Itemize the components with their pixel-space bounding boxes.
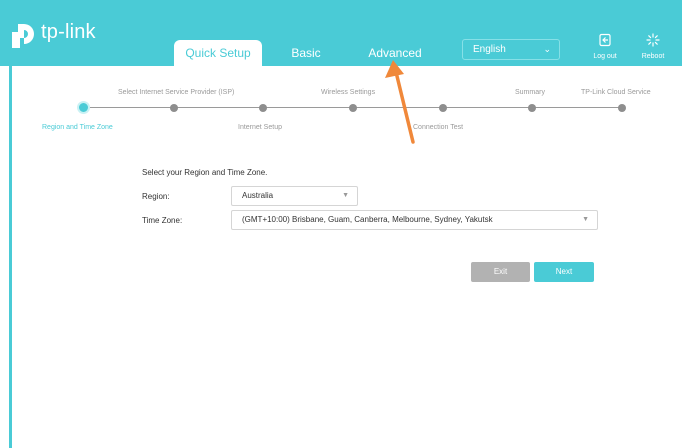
reboot-button[interactable]: Reboot [633, 33, 673, 61]
step-label-summary: Summary [515, 89, 545, 96]
reboot-icon [646, 33, 660, 47]
step-dot-wireless [349, 104, 357, 112]
left-border [9, 66, 12, 448]
step-dot-connection [439, 104, 447, 112]
step-dot-internet [259, 104, 267, 112]
step-label-connection: Connection Test [413, 124, 464, 131]
timezone-label: Time Zone: [142, 216, 183, 225]
logout-icon [599, 33, 611, 47]
step-label-wireless: Wireless Settings [321, 89, 376, 96]
region-select[interactable]: Australia ▼ [231, 186, 358, 206]
step-dot-cloud [618, 104, 626, 112]
region-select-value: Australia [242, 191, 274, 200]
brand-name: tp-link [41, 21, 96, 43]
step-dot-summary [528, 104, 536, 112]
step-label-region: Region and Time Zone [42, 124, 113, 131]
language-select[interactable]: English ⌄ [462, 39, 560, 60]
step-label-isp: Select Internet Service Provider (ISP) [118, 89, 235, 96]
language-select-value: English [473, 44, 506, 55]
reboot-label: Reboot [641, 53, 665, 60]
step-dot-isp [170, 104, 178, 112]
form-title: Select your Region and Time Zone. [142, 168, 268, 177]
region-label: Region: [142, 192, 170, 201]
tab-basic[interactable]: Basic [278, 40, 334, 66]
exit-button[interactable]: Exit [471, 262, 530, 282]
next-button[interactable]: Next [534, 262, 594, 282]
step-label-cloud: TP-Link Cloud Service [581, 89, 651, 96]
timezone-select[interactable]: (GMT+10:00) Brisbane, Guam, Canberra, Me… [231, 210, 598, 230]
top-header-bar: tp-link Quick Setup Basic Advanced Engli… [0, 0, 682, 66]
chevron-down-icon: ▼ [342, 192, 349, 199]
chevron-down-icon: ▼ [582, 216, 589, 223]
step-label-internet: Internet Setup [238, 124, 282, 131]
logout-button[interactable]: Log out [585, 33, 625, 61]
step-dot-region [77, 101, 90, 114]
timezone-select-value: (GMT+10:00) Brisbane, Guam, Canberra, Me… [242, 215, 493, 224]
annotation-arrow-icon [385, 60, 415, 144]
logout-label: Log out [593, 53, 617, 60]
chevron-down-icon: ⌄ [543, 44, 551, 54]
tab-quick-setup[interactable]: Quick Setup [174, 40, 262, 66]
